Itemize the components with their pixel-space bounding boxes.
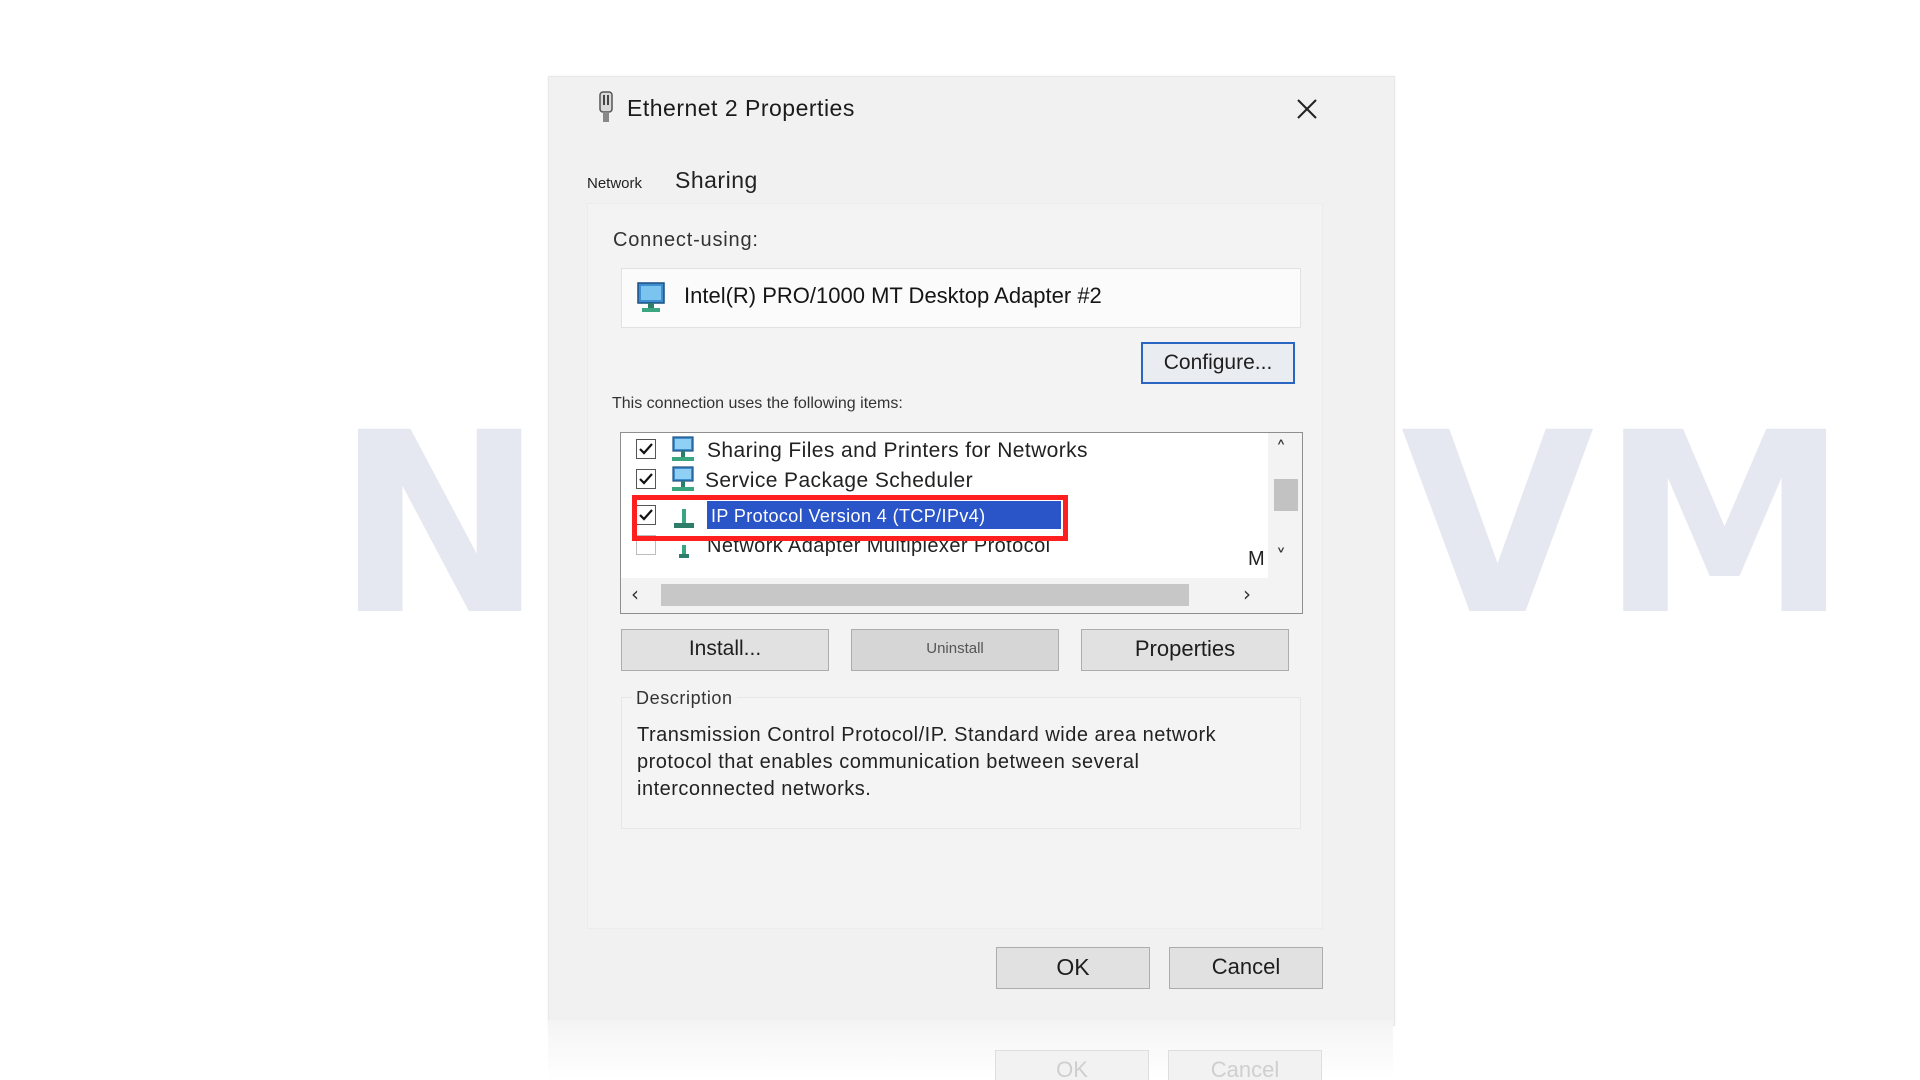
item-label: Sharing Files and Printers for Networks xyxy=(707,439,1088,462)
red-annotation-box xyxy=(632,495,1068,541)
connect-using-label: Connect-using: xyxy=(613,229,759,251)
list-item[interactable]: Service Package Scheduler xyxy=(621,463,1251,497)
item-checkbox[interactable] xyxy=(636,439,656,459)
scroll-up-icon[interactable]: ˄ xyxy=(1276,437,1286,461)
checkmark-icon xyxy=(639,443,653,455)
dialog-reflection: OK Cancel xyxy=(548,1020,1393,1080)
item-checkbox[interactable] xyxy=(636,469,656,489)
dialog-title: Ethernet 2 Properties xyxy=(627,95,855,121)
ok-button[interactable]: OK xyxy=(996,947,1150,989)
title-bar: Ethernet 2 Properties xyxy=(549,77,1394,143)
tab-network[interactable]: Network xyxy=(587,175,642,192)
properties-button[interactable]: Properties xyxy=(1081,629,1289,671)
adapter-field: Intel(R) PRO/1000 MT Desktop Adapter #2 xyxy=(621,268,1301,328)
ok-button-reflection: OK xyxy=(995,1050,1149,1080)
description-title: Description xyxy=(632,688,737,709)
uninstall-button[interactable]: Uninstall xyxy=(851,629,1059,671)
checkmark-icon xyxy=(639,473,653,485)
components-list[interactable]: Sharing Files and Printers for Networks … xyxy=(620,432,1303,614)
cancel-button-reflection: Cancel xyxy=(1168,1050,1322,1080)
close-icon[interactable] xyxy=(1287,89,1327,129)
screen: NeuronVM Ethernet 2 Properties Network S… xyxy=(0,0,1920,1080)
tab-sharing[interactable]: Sharing xyxy=(675,167,758,194)
scroll-right-icon[interactable]: › xyxy=(1243,582,1251,606)
scroll-down-icon[interactable]: ˅ xyxy=(1276,545,1286,569)
horizontal-scroll-thumb[interactable] xyxy=(661,584,1189,606)
list-item[interactable]: Sharing Files and Printers for Networks xyxy=(621,433,1251,467)
adapter-monitor-icon xyxy=(637,282,665,312)
scroll-left-icon[interactable]: ‹ xyxy=(631,582,639,606)
ethernet-properties-dialog: Ethernet 2 Properties Network Sharing Co… xyxy=(548,76,1395,1026)
horizontal-scrollbar[interactable]: ‹ › xyxy=(621,578,1302,613)
configure-button[interactable]: Configure... xyxy=(1141,342,1295,384)
truncated-item-text: M xyxy=(1248,548,1265,570)
network-service-icon xyxy=(672,436,694,461)
vertical-scroll-thumb[interactable] xyxy=(1274,479,1298,511)
adapter-name: Intel(R) PRO/1000 MT Desktop Adapter #2 xyxy=(684,283,1102,308)
items-label: This connection uses the following items… xyxy=(612,395,903,412)
item-label: Service Package Scheduler xyxy=(705,469,973,492)
description-text: Transmission Control Protocol/IP. Standa… xyxy=(637,724,1217,800)
cancel-button[interactable]: Cancel xyxy=(1169,947,1323,989)
install-button[interactable]: Install... xyxy=(621,629,829,671)
network-adapter-icon xyxy=(599,91,613,122)
network-service-icon xyxy=(672,466,694,491)
vertical-scrollbar[interactable]: ˄ M ˅ xyxy=(1248,433,1302,578)
